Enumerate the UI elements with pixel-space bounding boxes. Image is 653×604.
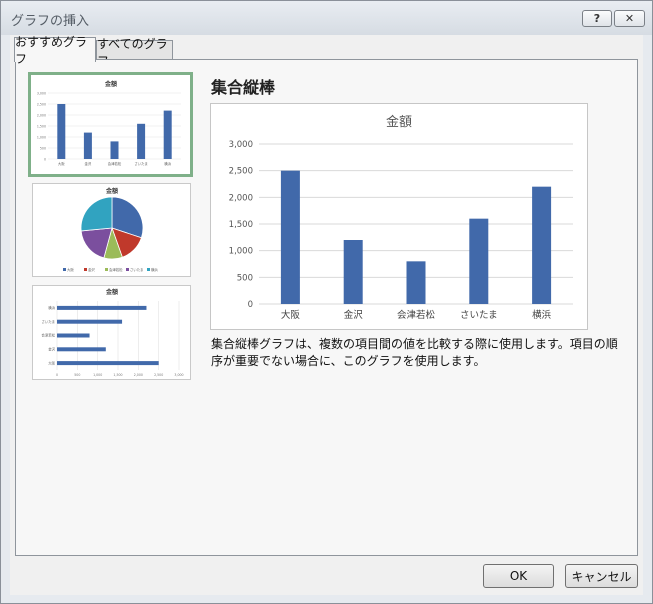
y-tick-label: 2,000 [229,193,253,203]
bar [57,319,123,324]
legend-label: 金沢 [88,267,95,272]
x-tick-label: 3,000 [174,373,183,377]
preview-chart-title: 金額 [386,114,412,130]
pie-slice [80,196,113,232]
bar [57,333,90,338]
close-icon: ✕ [624,12,635,25]
y-tick-label: 1,000 [229,247,253,257]
y-tick-label: さいたま [42,319,55,324]
close-button[interactable]: ✕ [614,10,645,27]
y-tick-label: 500 [237,273,253,283]
y-tick-label: 1,500 [229,220,253,230]
y-tick-label: 0 [248,300,253,310]
dialog-body: おすすめグラフ すべてのグラフ 金額 05001,0001,5002,0002,… [10,35,643,595]
x-tick-label: 金沢 [344,309,364,321]
bar [110,141,119,159]
bar [280,170,300,304]
legend-swatch [147,268,150,271]
y-tick-label: 2,500 [229,167,253,177]
y-tick-label: 3,000 [229,140,253,150]
legend-label: 大阪 [67,267,74,272]
legend-swatch [63,268,66,271]
chart-type-heading: 集合縦棒 [211,78,276,97]
bar [343,240,363,304]
x-tick-label: 会津若松 [108,161,122,166]
bar [57,347,106,352]
chart-description: 集合縦棒グラフは、複数の項目間の値を比較する際に使用します。項目の順序が重要でな… [211,337,618,368]
title-bar[interactable]: グラフの挿入 ? ✕ [1,1,652,35]
x-tick-label: 金沢 [85,161,92,166]
y-tick-label: 3,000 [37,92,46,96]
cancel-button[interactable]: キャンセル [565,564,638,588]
tab-recommended[interactable]: おすすめグラフ [14,35,96,66]
x-tick-label: 2,000 [134,373,143,377]
y-tick-label: 2,500 [37,103,46,107]
y-tick-label: 会津若松 [41,333,55,338]
x-tick-label: 2,500 [154,373,163,377]
insert-chart-dialog: グラフの挿入 ? ✕ おすすめグラフ すべてのグラフ 金額 05001,0001… [0,0,653,604]
x-tick-label: 1,000 [93,373,102,377]
x-tick-label: 横浜 [532,309,552,321]
legend-swatch [84,268,87,271]
bar [137,123,146,159]
bar [163,110,172,159]
bar [532,186,552,304]
legend-label: さいたま [130,267,143,272]
thumbnail-column-chart: 金額 0 500 1,000 1,500 2,000 2,500 3,000 大阪 金沢 会津若松… [37,80,181,166]
thumbnail-clustered-bar[interactable]: 金額 0 500 1,000 1,500 2,000 2,500 3,000 大阪 金沢 会津若松… [32,285,191,380]
bar [57,305,147,310]
y-tick-label: 1,000 [37,136,46,140]
y-tick-label: 500 [40,147,46,151]
thumbnail-clustered-column[interactable]: 金額 0 500 1,000 1,500 2,000 2,500 3,000 大阪 金沢 会津若松… [28,72,193,177]
x-tick-label: 500 [74,373,80,377]
thumbnail-chart-title: 金額 [105,288,118,296]
bar [469,218,489,304]
ok-button[interactable]: OK [483,564,554,588]
y-tick-label: 0 [44,158,46,162]
thumbnail-chart-title: 金額 [105,187,118,195]
x-tick-label: 横浜 [164,161,171,166]
legend-label: 横浜 [151,267,158,272]
thumbnail-bar-chart: 金額 0 500 1,000 1,500 2,000 2,500 3,000 大阪 金沢 会津若松… [41,288,183,377]
y-tick-label: 2,000 [37,114,46,118]
preview-column-chart: 金額 0 500 1,000 1,500 2,000 2,500 3,000 大阪 金沢 会津若松… [229,114,573,321]
x-tick-label: 1,500 [113,373,122,377]
x-tick-label: 大阪 [281,309,301,321]
x-tick-label: さいたま [134,161,147,166]
x-tick-label: 0 [56,373,58,377]
legend-swatch [105,268,108,271]
y-tick-label: 金沢 [48,347,55,352]
window-title: グラフの挿入 [11,14,90,29]
legend-label: 会津若松 [109,267,123,272]
bar [83,132,92,159]
thumbnail-chart-title: 金額 [104,80,117,88]
legend-swatch [126,268,129,271]
chart-preview: 金額 0 500 1,000 1,500 2,000 2,500 3,000 大阪 金沢 会津若松… [210,103,588,330]
thumbnail-pie[interactable]: 金額 大阪 金沢 会津若松 さいたま 横浜 [32,183,191,277]
bar [57,361,159,366]
x-tick-label: 大阪 [58,161,65,166]
x-tick-label: さいたま [460,310,498,321]
tab-panel-recommended: 金額 0 500 1,000 1,500 2,000 2,500 3,000 大阪 金沢 会津若松… [15,59,638,556]
bar [406,261,426,304]
y-tick-label: 1,500 [37,125,46,129]
x-tick-label: 会津若松 [397,309,436,321]
bar [57,104,66,159]
y-tick-label: 横浜 [48,305,55,310]
help-button[interactable]: ? [582,10,612,27]
y-tick-label: 大阪 [48,360,55,365]
thumbnail-pie-chart: 金額 大阪 金沢 会津若松 さいたま 横浜 [63,187,158,272]
